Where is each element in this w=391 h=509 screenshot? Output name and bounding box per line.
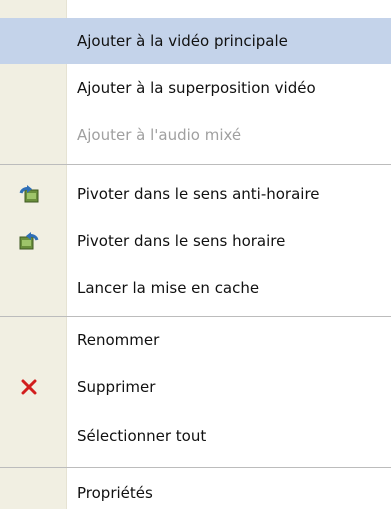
menu-item-label: Ajouter à la superposition vidéo bbox=[77, 79, 316, 97]
menu-separator bbox=[0, 467, 391, 468]
menu-item-add-to-main-video[interactable]: Ajouter à la vidéo principale bbox=[0, 18, 391, 64]
menu-separator bbox=[0, 164, 391, 165]
menu-item-label: Ajouter à la vidéo principale bbox=[77, 32, 288, 50]
menu-item-label: Propriétés bbox=[77, 484, 153, 502]
menu-item-rotate-clockwise[interactable]: Pivoter dans le sens horaire bbox=[0, 218, 391, 264]
menu-items: Ajouter à la vidéo principale Ajouter à … bbox=[0, 0, 391, 509]
menu-item-label: Renommer bbox=[77, 331, 160, 349]
menu-item-delete[interactable]: Supprimer bbox=[0, 364, 391, 410]
menu-item-select-all[interactable]: Sélectionner tout bbox=[0, 413, 391, 459]
rotate-counterclockwise-icon bbox=[18, 184, 40, 204]
menu-item-label: Pivoter dans le sens anti-horaire bbox=[77, 185, 320, 203]
menu-item-label: Pivoter dans le sens horaire bbox=[77, 232, 286, 250]
menu-item-rename[interactable]: Renommer bbox=[0, 317, 391, 363]
menu-item-label: Lancer la mise en cache bbox=[77, 279, 260, 297]
menu-item-label: Ajouter à l'audio mixé bbox=[77, 126, 242, 144]
menu-item-rotate-counterclockwise[interactable]: Pivoter dans le sens anti-horaire bbox=[0, 171, 391, 217]
menu-item-start-caching[interactable]: Lancer la mise en cache bbox=[0, 265, 391, 311]
menu-item-properties[interactable]: Propriétés bbox=[0, 470, 391, 509]
menu-item-add-to-video-overlay[interactable]: Ajouter à la superposition vidéo bbox=[0, 65, 391, 111]
menu-item-label: Sélectionner tout bbox=[77, 427, 207, 445]
menu-item-label: Supprimer bbox=[77, 378, 156, 396]
context-menu: Ajouter à la vidéo principale Ajouter à … bbox=[0, 0, 391, 509]
menu-item-add-to-mixed-audio[interactable]: Ajouter à l'audio mixé bbox=[0, 112, 391, 158]
delete-x-icon bbox=[18, 377, 40, 397]
rotate-clockwise-icon bbox=[18, 231, 40, 251]
